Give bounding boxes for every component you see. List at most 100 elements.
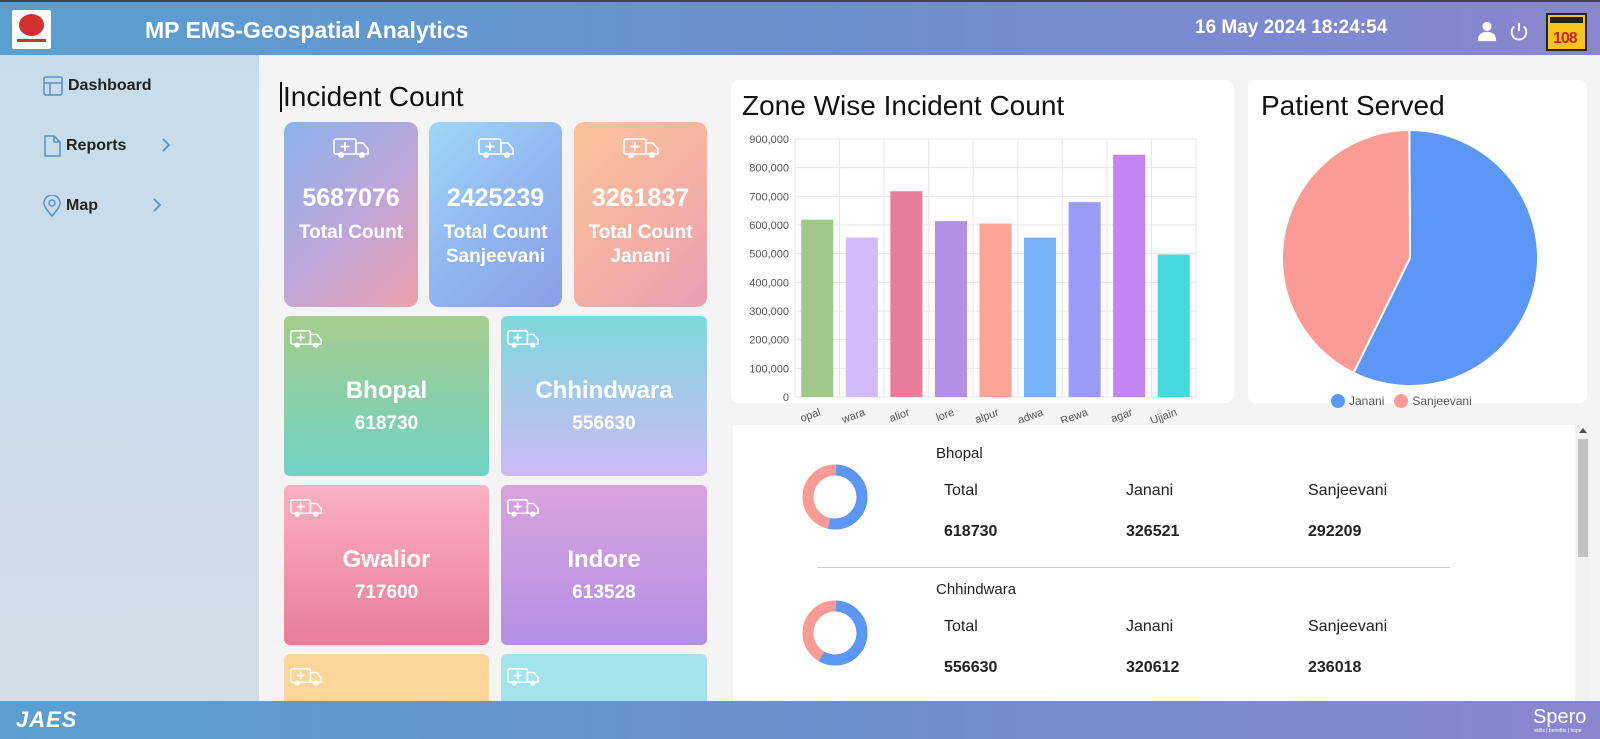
sanjeevani-value: 292209 [1308, 523, 1362, 540]
list-item: Chhindwara Total Janani Sanjeevani 55663… [733, 571, 1553, 701]
bar-bhopal[interactable] [801, 219, 834, 397]
total-count-janani-card[interactable]: 3261837 Total Count Janani [574, 122, 707, 307]
y-tick-label: 700,000 [749, 191, 789, 203]
y-tick-label: 600,000 [749, 220, 789, 232]
zone-name: Gwalior [342, 546, 431, 573]
app-footer: JAES Spero skills | benefits | hope [0, 701, 1600, 739]
x-tick-label: Rewa [1059, 406, 1090, 423]
janani-value: 320612 [1126, 659, 1180, 676]
bar-ujjain[interactable] [1157, 254, 1190, 397]
zone-name: Bhopal [345, 377, 428, 404]
total-header: Total [944, 618, 978, 635]
zone-donut-chart [802, 600, 868, 666]
current-datetime: 16 May 2024 18:24:54 [1195, 17, 1388, 38]
janani-value: 326521 [1126, 523, 1180, 540]
zone-card-gwalior[interactable]: Gwalior 717600 [284, 485, 489, 645]
scroll-up-arrow-icon[interactable] [1579, 428, 1587, 433]
zone-card-bhopal[interactable]: Bhopal 618730 [284, 316, 489, 476]
y-tick-label: 500,000 [749, 249, 789, 261]
y-tick-label: 100,000 [749, 363, 789, 375]
ambulance-icon [290, 668, 322, 686]
zone-name: Chhindwara [535, 377, 673, 404]
total-value: 618730 [944, 523, 998, 540]
divider [817, 567, 1450, 568]
stat-value: 3261837 [591, 184, 690, 212]
legend-swatch-janani [1331, 394, 1345, 408]
ambulance-icon [507, 499, 539, 517]
ambulance-icon [507, 668, 539, 686]
pie-legend: Janani Sanjeevani [1321, 394, 1472, 408]
bar-gwalior[interactable] [890, 191, 923, 397]
stat-label: Total Count Sanjeevani [443, 222, 548, 267]
sidebar-item-label: Reports [66, 137, 127, 154]
sidebar: Dashboard Reports Map [0, 55, 259, 701]
zone-card-indore[interactable]: Indore 613528 [501, 485, 707, 645]
patient-served-title: Patient Served [1261, 90, 1445, 121]
total-count-sanjeevani-card[interactable]: 2425239 Total Count Sanjeevani [429, 122, 562, 307]
scrollbar-thumb[interactable] [1578, 439, 1588, 557]
total-count-card[interactable]: 5687076 Total Count [284, 122, 418, 307]
sidebar-item-map[interactable]: Map [42, 195, 98, 217]
bar-indore[interactable] [934, 221, 967, 397]
y-tick-label: 300,000 [749, 306, 789, 318]
bar-rewa[interactable] [1068, 202, 1101, 397]
power-icon[interactable] [1508, 21, 1530, 43]
y-tick-label: 200,000 [749, 335, 789, 347]
list-scrollbar[interactable] [1576, 425, 1589, 701]
sidebar-item-label: Map [66, 197, 98, 214]
spero-logo: Spero [1533, 706, 1587, 728]
user-icon[interactable] [1476, 20, 1498, 42]
zone-value: 717600 [354, 582, 419, 603]
sanjeevani-header: Sanjeevani [1308, 618, 1388, 635]
sidebar-item-label: Dashboard [68, 77, 152, 94]
total-value: 556630 [944, 659, 998, 676]
ambulance-icon [622, 138, 659, 158]
bar-sagar[interactable] [1113, 154, 1146, 397]
patient-pie-chart [1281, 128, 1539, 387]
zone-name: Indore [567, 546, 641, 573]
y-tick-label: 800,000 [749, 163, 789, 175]
ambulance-icon [507, 330, 539, 348]
zone-details-list[interactable]: Bhopal Total Janani Sanjeevani 618730 32… [733, 425, 1575, 701]
stat-label: Total Count Janani [588, 222, 693, 267]
nhm-logo [12, 10, 51, 49]
zone-value: 613528 [572, 582, 636, 603]
stat-value: 2425239 [446, 184, 545, 212]
document-icon [44, 135, 61, 157]
x-tick-label: agar [1109, 406, 1134, 423]
y-tick-label: 0 [783, 392, 789, 404]
zone-card-chhindwara[interactable]: Chhindwara 556630 [501, 316, 707, 476]
ambulance-icon [290, 330, 322, 348]
stat-value: 5687076 [302, 184, 400, 212]
bar-narmadapuram[interactable] [1024, 237, 1057, 397]
dashboard-icon [43, 76, 63, 96]
chevron-right-icon[interactable] [151, 198, 163, 212]
jaes-logo: JAES [16, 707, 78, 732]
incident-count-title: Incident Count [280, 82, 464, 112]
janani-header: Janani [1126, 482, 1174, 499]
x-tick-label: adwa [1016, 406, 1046, 423]
ambulance-icon [333, 138, 369, 158]
ambulance-icon [290, 499, 322, 517]
zone-bar-chart: 900,000 800,000 700,000 600,000 500,000 400,0… [749, 134, 1197, 423]
emergency-108-logo: 108 [1546, 13, 1587, 51]
zone-name: Bhopal [936, 445, 983, 462]
x-tick-label: alpur [973, 406, 1000, 423]
legend-swatch-sanjeevani [1394, 394, 1409, 408]
app-title: MP EMS-Geospatial Analytics [145, 17, 469, 43]
sidebar-item-reports[interactable]: Reports [42, 135, 126, 157]
zone-chart-title: Zone Wise Incident Count [742, 90, 1065, 121]
app-header: MP EMS-Geospatial Analytics 16 May 2024 … [0, 0, 1600, 55]
bar-chhindwara[interactable] [845, 237, 878, 397]
chevron-right-icon[interactable] [160, 138, 172, 152]
legend-label-janani: Janani [1349, 394, 1385, 408]
sidebar-item-dashboard[interactable]: Dashboard [42, 75, 152, 97]
zone-value: 556630 [572, 413, 636, 434]
x-tick-label: alior [888, 406, 912, 423]
spero-tagline: skills | benefits | hope [1534, 728, 1582, 734]
sanjeevani-value: 236018 [1308, 659, 1362, 676]
ambulance-icon [477, 138, 514, 158]
location-pin-icon [43, 195, 61, 217]
y-tick-label: 900,000 [749, 134, 789, 146]
bar-jabalpur[interactable] [979, 223, 1012, 397]
